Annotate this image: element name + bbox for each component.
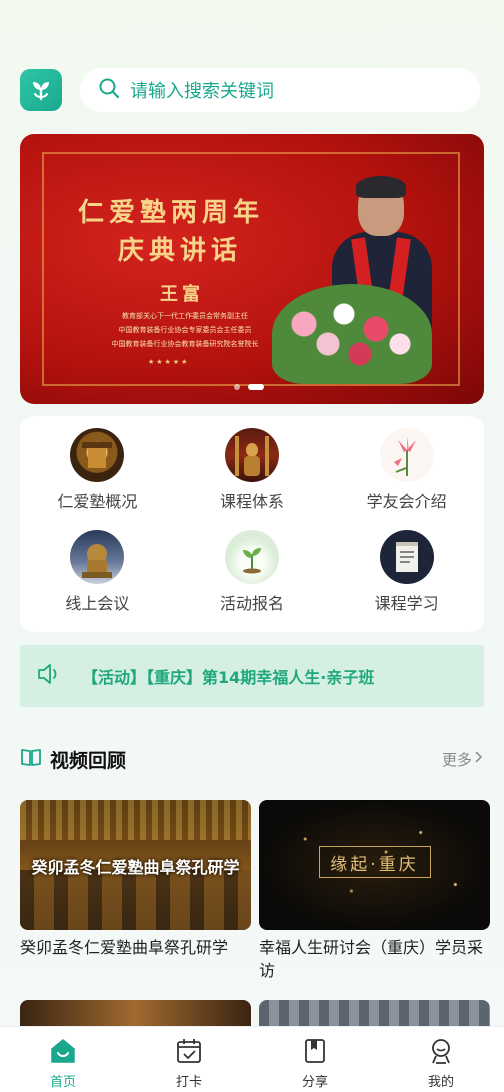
menu-label: 课程学习 — [374, 594, 439, 613]
menu-item-curriculum[interactable]: 课程体系 — [175, 428, 330, 530]
video-thumbnail[interactable]: 缘起·重庆 — [259, 800, 490, 930]
chevron-right-icon — [474, 750, 484, 768]
tab-share[interactable]: 分享 — [252, 1027, 378, 1092]
banner-carousel[interactable]: 仁爱塾两周年 庆典讲话 王富 教育部关心下一代工作委员会常务副主任 中国教育装备… — [20, 134, 484, 404]
menu-label: 学友会介绍 — [366, 492, 447, 511]
tab-label: 打卡 — [175, 1075, 202, 1090]
banner-title-line1: 仁爱塾两周年 — [78, 198, 265, 228]
menu-item-alumni[interactable]: 学友会介绍 — [329, 428, 484, 530]
notice-text: 【活动】【重庆】第14期幸福人生·亲子班 — [82, 668, 375, 687]
video-list: 癸卯孟冬仁爱塾曲阜祭孔研学 癸卯孟冬仁爱塾曲阜祭孔研学 缘起·重庆 幸福人生研讨… — [20, 800, 490, 1040]
video-thumbnail[interactable]: 癸卯孟冬仁爱塾曲阜祭孔研学 — [20, 800, 251, 930]
search-input[interactable]: 请输入搜索关键词 — [80, 68, 480, 112]
temple-hall-icon — [70, 428, 125, 482]
tab-home[interactable]: 首页 — [0, 1027, 126, 1092]
video-card[interactable]: 缘起·重庆 幸福人生研讨会（重庆）学员采访 — [259, 800, 490, 982]
more-label: 更多 — [441, 750, 472, 769]
thumbnail-overlay-text: 癸卯孟冬仁爱塾曲阜祭孔研学 — [31, 858, 240, 877]
banner-stars: ★★★★★ — [148, 358, 190, 366]
tab-label: 首页 — [49, 1075, 76, 1090]
bottom-tab-bar: 首页 打卡 分享 我的 — [0, 1026, 504, 1092]
calendar-check-icon — [174, 1037, 204, 1069]
top-bar: 请输入搜索关键词 — [20, 68, 480, 112]
book-icon — [379, 530, 434, 584]
sprout-icon — [224, 530, 279, 584]
thumbnail-ornament — [20, 800, 251, 840]
app-logo-sprout-icon[interactable] — [20, 69, 62, 111]
search-icon — [98, 77, 120, 103]
banner-title-line2: 庆典讲话 — [118, 236, 243, 266]
video-title: 癸卯孟冬仁爱塾曲阜祭孔研学 — [20, 938, 229, 957]
menu-item-online-meeting[interactable]: 线上会议 — [20, 530, 175, 632]
speaker-hair — [356, 176, 406, 198]
user-icon — [426, 1037, 456, 1069]
menu-label: 仁爱塾概况 — [57, 492, 138, 511]
video-title: 幸福人生研讨会（重庆）学员采访 — [259, 938, 484, 980]
tab-label: 分享 — [301, 1075, 328, 1090]
menu-item-course-study[interactable]: 课程学习 — [329, 530, 484, 632]
open-book-icon — [20, 747, 42, 771]
carousel-indicator — [234, 384, 264, 390]
speaker-volume-icon — [36, 662, 62, 690]
thumbnail-pillars — [20, 870, 251, 930]
lily-flower-icon — [379, 428, 434, 482]
home-icon — [48, 1037, 78, 1069]
carousel-dot-1[interactable] — [234, 384, 240, 390]
menu-label: 活动报名 — [219, 594, 284, 613]
tab-label: 我的 — [427, 1075, 454, 1090]
video-card[interactable]: 癸卯孟冬仁爱塾曲阜祭孔研学 癸卯孟冬仁爱塾曲阜祭孔研学 — [20, 800, 251, 982]
menu-item-overview[interactable]: 仁爱塾概况 — [20, 428, 175, 530]
bookmark-book-icon — [300, 1037, 330, 1069]
confucius-statue-icon — [224, 428, 279, 482]
thumbnail-overlay-text: 缘起·重庆 — [330, 855, 419, 875]
notice-bar[interactable]: 【活动】【重庆】第14期幸福人生·亲子班 — [20, 645, 484, 707]
tab-profile[interactable]: 我的 — [378, 1027, 504, 1092]
video-review-header: 视频回顾 更多 — [20, 742, 484, 776]
banner-speaker-name: 王富 — [160, 284, 204, 305]
search-placeholder: 请输入搜索关键词 — [130, 81, 274, 102]
menu-item-event-signup[interactable]: 活动报名 — [175, 530, 330, 632]
lion-statue-icon — [70, 530, 125, 584]
section-title: 视频回顾 — [50, 749, 127, 772]
menu-label: 课程体系 — [219, 492, 284, 511]
more-link[interactable]: 更多 — [442, 749, 484, 770]
banner-caption-2: 中国教育装备行业协会专家委员会主任委员 — [118, 326, 252, 334]
menu-label: 线上会议 — [65, 594, 130, 613]
carousel-dot-2[interactable] — [248, 384, 264, 390]
banner-caption-1: 教育部关心下一代工作委员会常务副主任 — [122, 312, 248, 320]
flower-bouquet — [272, 284, 432, 384]
tab-checkin[interactable]: 打卡 — [126, 1027, 252, 1092]
banner-caption-3: 中国教育装备行业协会教育装备研究院名誉院长 — [111, 340, 259, 348]
quick-menu: 仁爱塾概况 课程体系 学友会介绍 线上会议 活动报名 课程学习 — [20, 416, 484, 632]
